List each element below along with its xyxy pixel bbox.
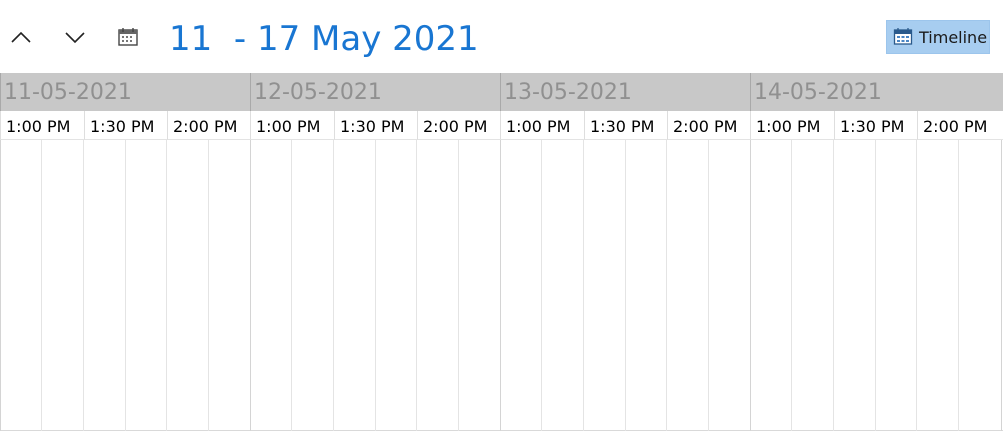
grid-line [875, 140, 876, 431]
day-header[interactable]: 12-05-2021 [250, 73, 500, 111]
grid-line [541, 140, 542, 431]
grid-line [83, 140, 84, 431]
grid-line [750, 140, 751, 431]
time-slot-header: 1:30 PM [834, 111, 917, 140]
time-slot-header: 1:30 PM [584, 111, 667, 140]
grid-line [0, 140, 1, 431]
grid-line [1001, 140, 1002, 431]
chevron-down-icon [65, 32, 85, 44]
timeline-view-button[interactable]: Timeline [886, 20, 990, 54]
grid-line [41, 140, 42, 431]
time-slot-header: 1:00 PM [750, 111, 834, 140]
time-slot-header: 1:00 PM [250, 111, 334, 140]
grid-line [583, 140, 584, 431]
grid-line [416, 140, 417, 431]
time-slot-header: 1:30 PM [84, 111, 167, 140]
grid-line [708, 140, 709, 431]
grid-line [458, 140, 459, 431]
grid-line [125, 140, 126, 431]
timeline-grid: 11-05-2021 12-05-2021 13-05-2021 14-05-2… [0, 73, 1003, 431]
day-header[interactable]: 14-05-2021 [750, 73, 1003, 111]
chevron-up-icon [11, 31, 31, 43]
grid-line [166, 140, 167, 431]
time-slot-header: 2:00 PM [167, 111, 250, 140]
grid-line [833, 140, 834, 431]
timeline-body[interactable] [0, 140, 1003, 431]
calendar-picker-button[interactable] [115, 24, 141, 50]
scheduler-toolbar: 11 - 17 May 2021 Timeline [0, 0, 1003, 73]
grid-line [333, 140, 334, 431]
grid-line [958, 140, 959, 431]
grid-line [666, 140, 667, 431]
time-slot-header: 2:00 PM [667, 111, 750, 140]
time-slot-header: 2:00 PM [417, 111, 500, 140]
grid-line [375, 140, 376, 431]
previous-button[interactable] [8, 24, 34, 50]
grid-line [916, 140, 917, 431]
grid-line [208, 140, 209, 431]
timeline-view-label: Timeline [919, 27, 988, 47]
grid-line [291, 140, 292, 431]
day-header[interactable]: 11-05-2021 [0, 73, 250, 111]
timeline-calendar-icon [893, 28, 913, 45]
date-range-title[interactable]: 11 - 17 May 2021 [169, 17, 479, 61]
grid-line [791, 140, 792, 431]
time-slot-header: 1:00 PM [500, 111, 584, 140]
day-header[interactable]: 13-05-2021 [500, 73, 750, 111]
grid-line [250, 140, 251, 431]
next-button[interactable] [62, 24, 88, 50]
grid-line [625, 140, 626, 431]
time-slot-header: 2:00 PM [917, 111, 1003, 140]
grid-line [500, 140, 501, 431]
calendar-icon [118, 28, 138, 46]
time-slot-header: 1:30 PM [334, 111, 417, 140]
time-slot-header: 1:00 PM [0, 111, 84, 140]
